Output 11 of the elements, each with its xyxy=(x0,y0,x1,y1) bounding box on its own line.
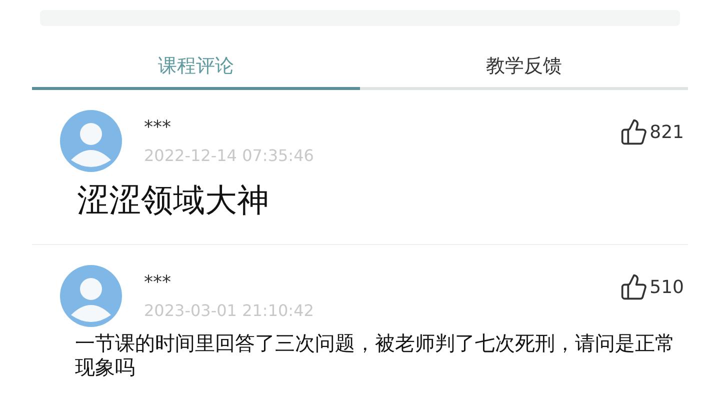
like-count: 510 xyxy=(650,276,684,300)
avatar-icon xyxy=(60,110,122,172)
comment-text: 涩涩领域大神 xyxy=(76,180,270,220)
tab[interactable]: 教学反馈 xyxy=(360,46,688,90)
avatar-icon xyxy=(60,265,122,327)
user-name: *** xyxy=(144,271,172,295)
user-name: *** xyxy=(144,116,172,140)
thumbs-up-icon[interactable] xyxy=(620,118,648,146)
comment-text: 一节课的时间里回答了三次问题，被老师判了七次死刑，请问是正常现象吗 xyxy=(74,331,676,379)
like-count: 821 xyxy=(650,120,684,144)
thumbs-up-icon[interactable] xyxy=(620,273,648,301)
